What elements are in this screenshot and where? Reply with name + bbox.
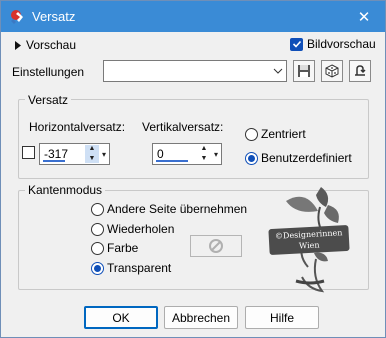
reset-icon xyxy=(355,65,366,76)
vertical-offset-dropdown-icon[interactable]: ▾ xyxy=(211,145,221,163)
save-preset-button[interactable] xyxy=(293,60,315,82)
radio-wiederholen-label: Wiederholen xyxy=(107,222,175,236)
app-icon xyxy=(11,10,23,24)
chevron-down-icon[interactable] xyxy=(270,61,286,81)
stepper-down-icon: ▼ xyxy=(88,155,96,162)
vertical-offset-label: Vertikalversatz: xyxy=(142,120,224,134)
preview-toggle[interactable]: Vorschau xyxy=(15,38,76,52)
radio-farbe-label: Farbe xyxy=(107,241,139,255)
dialog-window: Versatz ✕ Vorschau Bildvorschau Einstell… xyxy=(0,0,386,338)
radio-benutzerdefiniert-circle[interactable] xyxy=(245,151,258,165)
title-bar[interactable]: Versatz ✕ xyxy=(1,1,385,32)
horizontal-offset-value: -317 xyxy=(44,147,69,161)
triangle-right-icon xyxy=(15,40,21,50)
watermark-banner: ©Designerinnen Wien xyxy=(268,224,350,256)
radio-zentriert-circle[interactable] xyxy=(245,127,258,141)
randomize-button[interactable] xyxy=(321,60,343,82)
cancel-button[interactable]: Abbrechen xyxy=(164,306,238,329)
vertical-offset-value: 0 xyxy=(157,147,164,161)
ok-button[interactable]: OK xyxy=(84,306,158,329)
horizontal-offset-dropdown-icon[interactable]: ▾ xyxy=(99,145,109,163)
radio-wiederholen-circle[interactable] xyxy=(91,222,104,236)
radio-andere-seite-circle[interactable] xyxy=(91,202,104,216)
randomize-icon xyxy=(325,64,339,78)
color-swatch-disabled[interactable] xyxy=(190,235,242,257)
checkmark-icon xyxy=(292,40,301,48)
vertical-offset-underline xyxy=(156,160,188,162)
versatz-group-label: Versatz xyxy=(25,93,72,107)
horizontal-offset-label: Horizontalversatz: xyxy=(29,120,126,134)
radio-transparent-circle[interactable] xyxy=(91,261,104,275)
radio-andere-seite-label: Andere Seite übernehmen xyxy=(107,202,248,216)
preview-label: Vorschau xyxy=(26,38,77,52)
radio-farbe[interactable]: Farbe xyxy=(91,241,138,255)
window-title: Versatz xyxy=(32,9,76,24)
bildvorschau-label: Bildvorschau xyxy=(307,37,376,51)
stepper-up-icon: ▲ xyxy=(200,145,208,152)
radio-farbe-circle[interactable] xyxy=(91,241,104,255)
link-checkbox[interactable] xyxy=(22,146,35,159)
vertical-offset-input[interactable]: 0 ▲ ▼ ▾ xyxy=(152,143,222,165)
no-color-icon xyxy=(209,239,223,253)
radio-zentriert[interactable]: Zentriert xyxy=(245,127,306,141)
radio-benutzerdefiniert-label: Benutzerdefiniert xyxy=(261,151,352,165)
settings-label: Einstellungen xyxy=(12,65,85,79)
horizontal-offset-input[interactable]: -317 ▲ ▼ ▾ xyxy=(39,143,110,165)
bildvorschau-checkbox[interactable] xyxy=(290,37,303,51)
radio-andere-seite[interactable]: Andere Seite übernehmen xyxy=(91,202,247,216)
kantenmodus-group-label: Kantenmodus xyxy=(25,183,106,197)
settings-combobox[interactable] xyxy=(103,60,287,82)
radio-wiederholen[interactable]: Wiederholen xyxy=(91,222,174,236)
radio-zentriert-label: Zentriert xyxy=(261,127,306,141)
radio-benutzerdefiniert[interactable]: Benutzerdefiniert xyxy=(245,151,352,165)
save-preset-icon xyxy=(298,65,310,77)
help-button[interactable]: Hilfe xyxy=(245,306,319,329)
radio-transparent-label: Transparent xyxy=(107,261,172,275)
reset-button[interactable] xyxy=(349,60,371,82)
vertical-offset-stepper[interactable]: ▲ ▼ xyxy=(197,145,211,163)
stepper-down-icon: ▼ xyxy=(200,155,208,162)
close-icon: ✕ xyxy=(357,8,371,26)
horizontal-offset-underline xyxy=(43,160,65,162)
close-button[interactable]: ✕ xyxy=(343,1,385,32)
horizontal-offset-stepper[interactable]: ▲ ▼ xyxy=(85,145,99,163)
versatz-group xyxy=(18,99,369,179)
stepper-up-icon: ▲ xyxy=(88,145,96,152)
bildvorschau-toggle[interactable]: Bildvorschau xyxy=(290,37,376,51)
radio-transparent[interactable]: Transparent xyxy=(91,261,171,275)
